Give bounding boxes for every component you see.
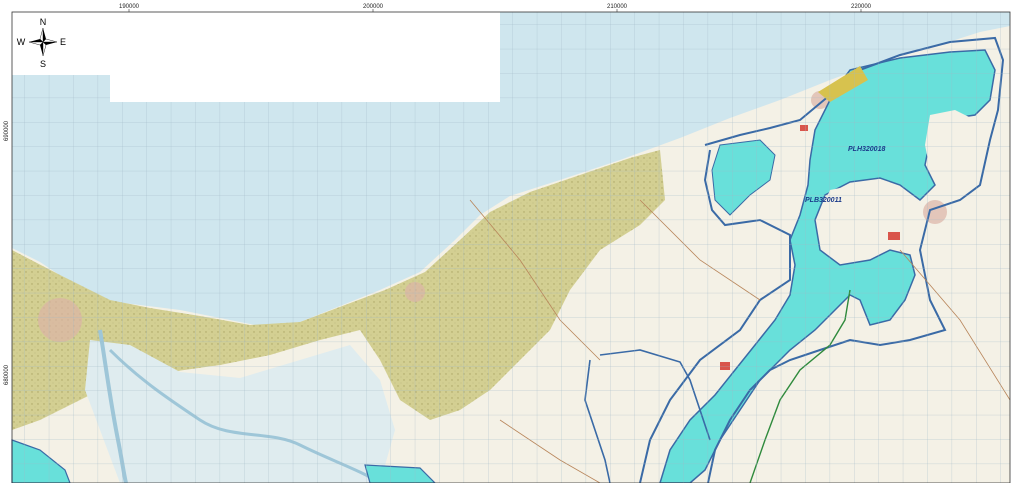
y-tick-680000: 680000 — [4, 364, 10, 385]
x-tick-190000: 190000 — [119, 4, 140, 10]
x-tick-210000: 210000 — [607, 4, 628, 10]
map-canvas: 190000 200000 210000 220000 690000 68000… — [0, 0, 1024, 483]
zone-label-plh320018: PLH320018 — [848, 146, 885, 153]
y-tick-690000: 690000 — [4, 120, 10, 141]
compass-w-label: W — [17, 37, 26, 47]
compass-n-label: N — [40, 17, 47, 27]
x-tick-220000: 220000 — [851, 4, 872, 10]
topographic-map: 190000 200000 210000 220000 690000 68000… — [0, 0, 1024, 483]
zone-label-plb320011: PLB320011 — [805, 197, 842, 204]
compass-s-label: S — [40, 59, 46, 69]
compass-e-label: E — [60, 37, 66, 47]
x-tick-200000: 200000 — [363, 4, 384, 10]
